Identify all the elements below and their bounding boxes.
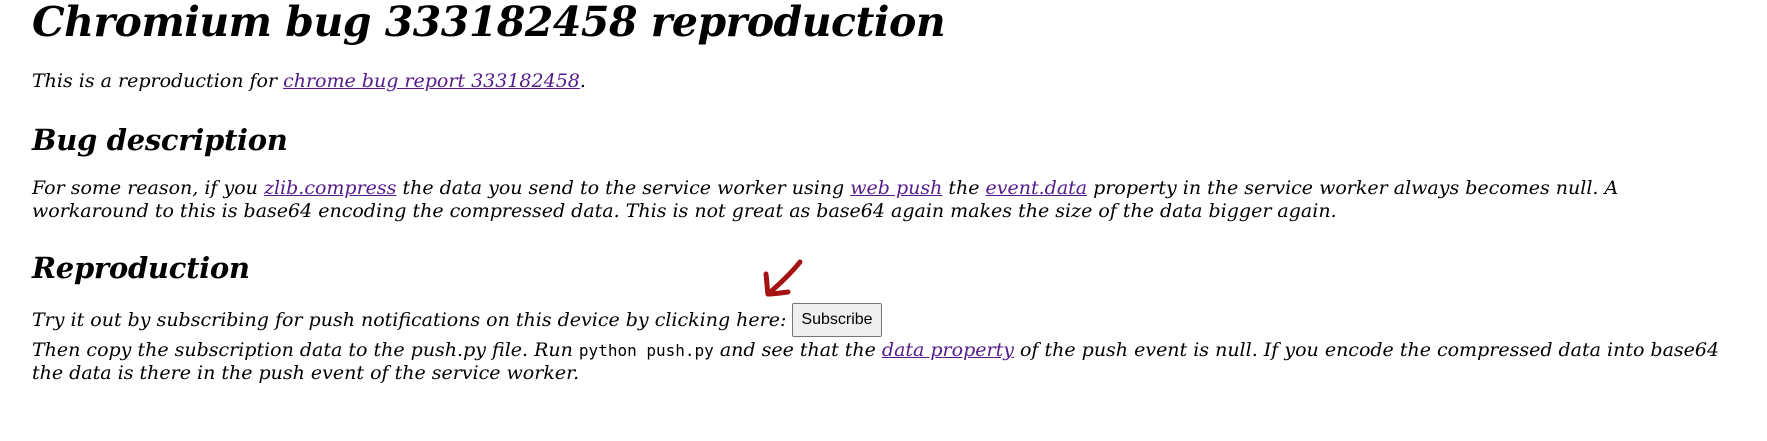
zlib-compress-link[interactable]: zlib.compress [264, 177, 396, 199]
then-text-2: and see that the [713, 339, 882, 361]
bug-description-heading: Bug description [32, 123, 288, 157]
page-title: Chromium bug 333182458 reproduction [32, 0, 946, 46]
bug-description-paragraph: For some reason, if you zlib.compress th… [32, 177, 1732, 223]
bug-report-link[interactable]: chrome bug report 333182458 [283, 70, 580, 92]
data-property-link[interactable]: data property [882, 339, 1014, 361]
web-push-link[interactable]: web push [850, 177, 942, 199]
try-text: Try it out by subscribing for push notif… [32, 308, 787, 331]
page: Chromium bug 333182458 reproduction This… [0, 0, 1767, 441]
reproduction-heading: Reproduction [32, 251, 250, 285]
intro-prefix: This is a reproduction for [32, 70, 284, 92]
subscribe-button[interactable]: Subscribe [792, 303, 882, 337]
instructions-paragraph: Then copy the subscription data to the p… [32, 339, 1752, 385]
arrow-down-left-icon [763, 259, 803, 297]
python-command: python push.py [578, 341, 714, 360]
event-data-link[interactable]: event.data [986, 177, 1088, 199]
then-text-1: Then copy the subscription data to the p… [32, 339, 579, 361]
bug-text-3: the [942, 177, 986, 199]
subscribe-line: Try it out by subscribing for push notif… [32, 303, 1735, 337]
bug-text-1: For some reason, if you [32, 177, 264, 199]
intro-suffix: . [579, 70, 586, 92]
bug-text-2: the data you send to the service worker … [396, 177, 851, 199]
intro-paragraph: This is a reproduction for chrome bug re… [32, 70, 1735, 93]
